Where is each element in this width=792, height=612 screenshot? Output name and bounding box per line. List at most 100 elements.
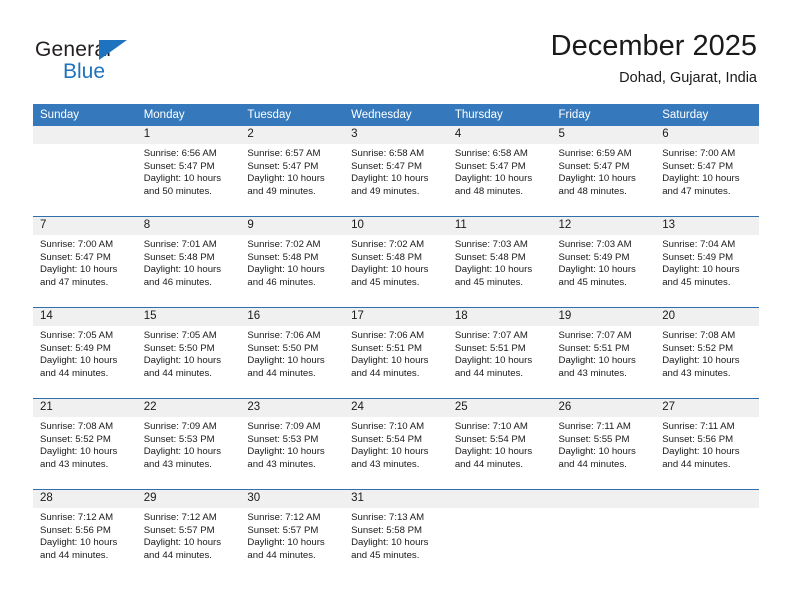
calendar-day-cell[interactable]: 8 Sunrise: 7:01 AM Sunset: 5:48 PM Daylight… xyxy=(136,217,241,308)
sunset-time: Sunset: 5:55 PM xyxy=(558,433,630,445)
daylight-duration-line1: Daylight: 10 hours xyxy=(247,446,325,458)
daylight-duration-line1: Daylight: 10 hours xyxy=(662,446,740,458)
daylight-duration-line1: Daylight: 10 hours xyxy=(40,446,118,458)
sunset-time: Sunset: 5:50 PM xyxy=(247,342,319,354)
day-details: Sunrise: 7:12 AM Sunset: 5:56 PM Daylight:… xyxy=(33,508,137,562)
calendar-day-cell[interactable]: 2 Sunrise: 6:57 AM Sunset: 5:47 PM Daylight… xyxy=(240,126,345,217)
day-number: 14 xyxy=(33,308,137,326)
calendar-day-cell[interactable]: 23 Sunrise: 7:09 AM Sunset: 5:53 PM Dayligh… xyxy=(240,399,345,490)
sunrise-time: Sunrise: 7:04 AM xyxy=(662,239,736,250)
daylight-duration-line1: Daylight: 10 hours xyxy=(454,355,533,367)
day-details: Sunrise: 7:03 AM Sunset: 5:49 PM Daylight:… xyxy=(552,235,656,289)
daylight-duration-line2: and 43 minutes. xyxy=(143,458,212,470)
calendar-day-cell[interactable]: 6 Sunrise: 7:00 AM Sunset: 5:47 PM Daylight… xyxy=(655,126,759,217)
day-number: 4 xyxy=(447,126,552,144)
calendar-body: 1 Sunrise: 6:56 AM Sunset: 5:47 PM Daylight… xyxy=(33,126,759,580)
day-details: Sunrise: 7:11 AM Sunset: 5:55 PM Daylight:… xyxy=(552,417,656,471)
calendar-day-cell[interactable]: 12 Sunrise: 7:03 AM Sunset: 5:49 PM Dayligh… xyxy=(551,217,656,308)
sunrise-time: Sunrise: 7:06 AM xyxy=(351,330,425,341)
calendar-day-cell[interactable]: 29 Sunrise: 7:12 AM Sunset: 5:57 PM Dayligh… xyxy=(136,490,241,580)
calendar-day-cell[interactable]: 20 Sunrise: 7:08 AM Sunset: 5:52 PM Dayligh… xyxy=(655,308,759,399)
calendar-day-cell[interactable]: 11 Sunrise: 7:03 AM Sunset: 5:48 PM Dayligh… xyxy=(447,217,552,308)
daylight-duration-line1: Daylight: 10 hours xyxy=(662,264,740,276)
sunset-time: Sunset: 5:53 PM xyxy=(247,433,319,445)
sunrise-time: Sunrise: 7:02 AM xyxy=(351,239,425,250)
day-details: Sunrise: 7:02 AM Sunset: 5:48 PM Daylight:… xyxy=(344,235,448,289)
calendar-day-cell[interactable]: 18 Sunrise: 7:07 AM Sunset: 5:51 PM Dayligh… xyxy=(447,308,552,399)
weekday-header-thursday: Thursday xyxy=(447,104,552,126)
daylight-duration-line1: Daylight: 10 hours xyxy=(558,446,636,458)
day-number: 11 xyxy=(447,217,552,235)
day-details: Sunrise: 6:58 AM Sunset: 5:47 PM Daylight:… xyxy=(448,144,552,198)
daylight-duration-line2: and 47 minutes. xyxy=(662,185,731,197)
calendar-day-cell[interactable]: 4 Sunrise: 6:58 AM Sunset: 5:47 PM Daylight… xyxy=(447,126,552,217)
calendar-day-cell[interactable]: 13 Sunrise: 7:04 AM Sunset: 5:49 PM Dayligh… xyxy=(655,217,759,308)
day-details: Sunrise: 7:07 AM Sunset: 5:51 PM Daylight:… xyxy=(448,326,552,380)
sunrise-time: Sunrise: 7:01 AM xyxy=(143,239,217,250)
day-details: Sunrise: 7:12 AM Sunset: 5:57 PM Daylight:… xyxy=(240,508,344,562)
daylight-duration-line1: Daylight: 10 hours xyxy=(351,446,429,458)
calendar-day-cell[interactable]: 25 Sunrise: 7:10 AM Sunset: 5:54 PM Dayligh… xyxy=(447,399,552,490)
calendar-day-cell[interactable]: 15 Sunrise: 7:05 AM Sunset: 5:50 PM Dayligh… xyxy=(136,308,241,399)
calendar-day-cell[interactable]: 27 Sunrise: 7:11 AM Sunset: 5:56 PM Dayligh… xyxy=(655,399,759,490)
day-details: Sunrise: 7:12 AM Sunset: 5:57 PM Daylight:… xyxy=(137,508,241,562)
calendar-day-cell[interactable]: 22 Sunrise: 7:09 AM Sunset: 5:53 PM Dayligh… xyxy=(136,399,241,490)
calendar-week-row: 21 Sunrise: 7:08 AM Sunset: 5:52 PM Dayligh… xyxy=(33,399,759,490)
sunset-time: Sunset: 5:58 PM xyxy=(351,524,423,536)
daylight-duration-line2: and 46 minutes. xyxy=(247,276,316,288)
calendar-day-cell[interactable]: 30 Sunrise: 7:12 AM Sunset: 5:57 PM Dayligh… xyxy=(240,490,345,580)
calendar-day-cell[interactable]: 7 Sunrise: 7:00 AM Sunset: 5:47 PM Daylight… xyxy=(33,217,137,308)
calendar-day-cell[interactable]: 5 Sunrise: 6:59 AM Sunset: 5:47 PM Daylight… xyxy=(551,126,656,217)
day-number xyxy=(447,490,552,508)
sunrise-time: Sunrise: 7:10 AM xyxy=(454,421,528,432)
sunrise-time: Sunrise: 7:03 AM xyxy=(454,239,528,250)
calendar-day-cell[interactable]: 17 Sunrise: 7:06 AM Sunset: 5:51 PM Dayligh… xyxy=(344,308,448,399)
sunrise-time: Sunrise: 6:58 AM xyxy=(351,148,425,159)
day-number: 27 xyxy=(655,399,759,417)
sunrise-time: Sunrise: 7:05 AM xyxy=(40,330,114,341)
sunrise-time: Sunrise: 7:11 AM xyxy=(662,421,735,432)
calendar-day-cell[interactable]: 16 Sunrise: 7:06 AM Sunset: 5:50 PM Dayligh… xyxy=(240,308,345,399)
daylight-duration-line2: and 44 minutes. xyxy=(662,458,731,470)
triangle-icon xyxy=(99,40,127,60)
day-number: 17 xyxy=(344,308,448,326)
day-details: Sunrise: 7:06 AM Sunset: 5:50 PM Daylight:… xyxy=(240,326,344,380)
daylight-duration-line1: Daylight: 10 hours xyxy=(40,355,118,367)
sunset-time: Sunset: 5:48 PM xyxy=(143,251,215,263)
calendar-day-cell[interactable]: 19 Sunrise: 7:07 AM Sunset: 5:51 PM Dayligh… xyxy=(551,308,656,399)
calendar-day-cell[interactable]: 31 Sunrise: 7:13 AM Sunset: 5:58 PM Dayligh… xyxy=(344,490,448,580)
sunset-time: Sunset: 5:57 PM xyxy=(247,524,319,536)
sunrise-time: Sunrise: 7:00 AM xyxy=(40,239,114,250)
day-number: 18 xyxy=(447,308,552,326)
day-number: 28 xyxy=(33,490,137,508)
daylight-duration-line1: Daylight: 10 hours xyxy=(247,264,325,276)
sunrise-time: Sunrise: 7:07 AM xyxy=(454,330,528,341)
sunrise-time: Sunrise: 6:57 AM xyxy=(247,148,321,159)
sunset-time: Sunset: 5:54 PM xyxy=(351,433,423,445)
calendar-week-row: 7 Sunrise: 7:00 AM Sunset: 5:47 PM Daylight… xyxy=(33,217,759,308)
calendar-day-cell[interactable]: 10 Sunrise: 7:02 AM Sunset: 5:48 PM Dayligh… xyxy=(344,217,448,308)
calendar-day-cell[interactable]: 3 Sunrise: 6:58 AM Sunset: 5:47 PM Daylight… xyxy=(344,126,448,217)
calendar-day-cell[interactable]: 1 Sunrise: 6:56 AM Sunset: 5:47 PM Daylight… xyxy=(136,126,241,217)
calendar-day-cell[interactable]: 26 Sunrise: 7:11 AM Sunset: 5:55 PM Dayligh… xyxy=(551,399,656,490)
day-number: 20 xyxy=(655,308,759,326)
calendar-week-row: 28 Sunrise: 7:12 AM Sunset: 5:56 PM Dayligh… xyxy=(33,490,759,580)
general-blue-logo[interactable]: General Blue xyxy=(35,38,255,94)
day-number: 31 xyxy=(344,490,448,508)
calendar-cell-empty xyxy=(33,126,137,217)
daylight-duration-line2: and 49 minutes. xyxy=(351,185,420,197)
daylight-duration-line1: Daylight: 10 hours xyxy=(143,446,222,458)
calendar-day-cell[interactable]: 9 Sunrise: 7:02 AM Sunset: 5:48 PM Daylight… xyxy=(240,217,345,308)
day-details: Sunrise: 7:03 AM Sunset: 5:48 PM Daylight:… xyxy=(448,235,552,289)
daylight-duration-line2: and 46 minutes. xyxy=(143,276,212,288)
page-subtitle: Dohad, Gujarat, India xyxy=(619,70,757,86)
calendar-day-cell[interactable]: 28 Sunrise: 7:12 AM Sunset: 5:56 PM Dayligh… xyxy=(33,490,137,580)
day-number: 23 xyxy=(240,399,345,417)
calendar-day-cell[interactable]: 24 Sunrise: 7:10 AM Sunset: 5:54 PM Dayligh… xyxy=(344,399,448,490)
calendar-day-cell[interactable]: 14 Sunrise: 7:05 AM Sunset: 5:49 PM Dayligh… xyxy=(33,308,137,399)
sunset-time: Sunset: 5:49 PM xyxy=(558,251,630,263)
day-details: Sunrise: 7:02 AM Sunset: 5:48 PM Daylight:… xyxy=(240,235,344,289)
day-number: 24 xyxy=(344,399,448,417)
calendar-day-cell[interactable]: 21 Sunrise: 7:08 AM Sunset: 5:52 PM Dayligh… xyxy=(33,399,137,490)
daylight-duration-line1: Daylight: 10 hours xyxy=(143,355,222,367)
